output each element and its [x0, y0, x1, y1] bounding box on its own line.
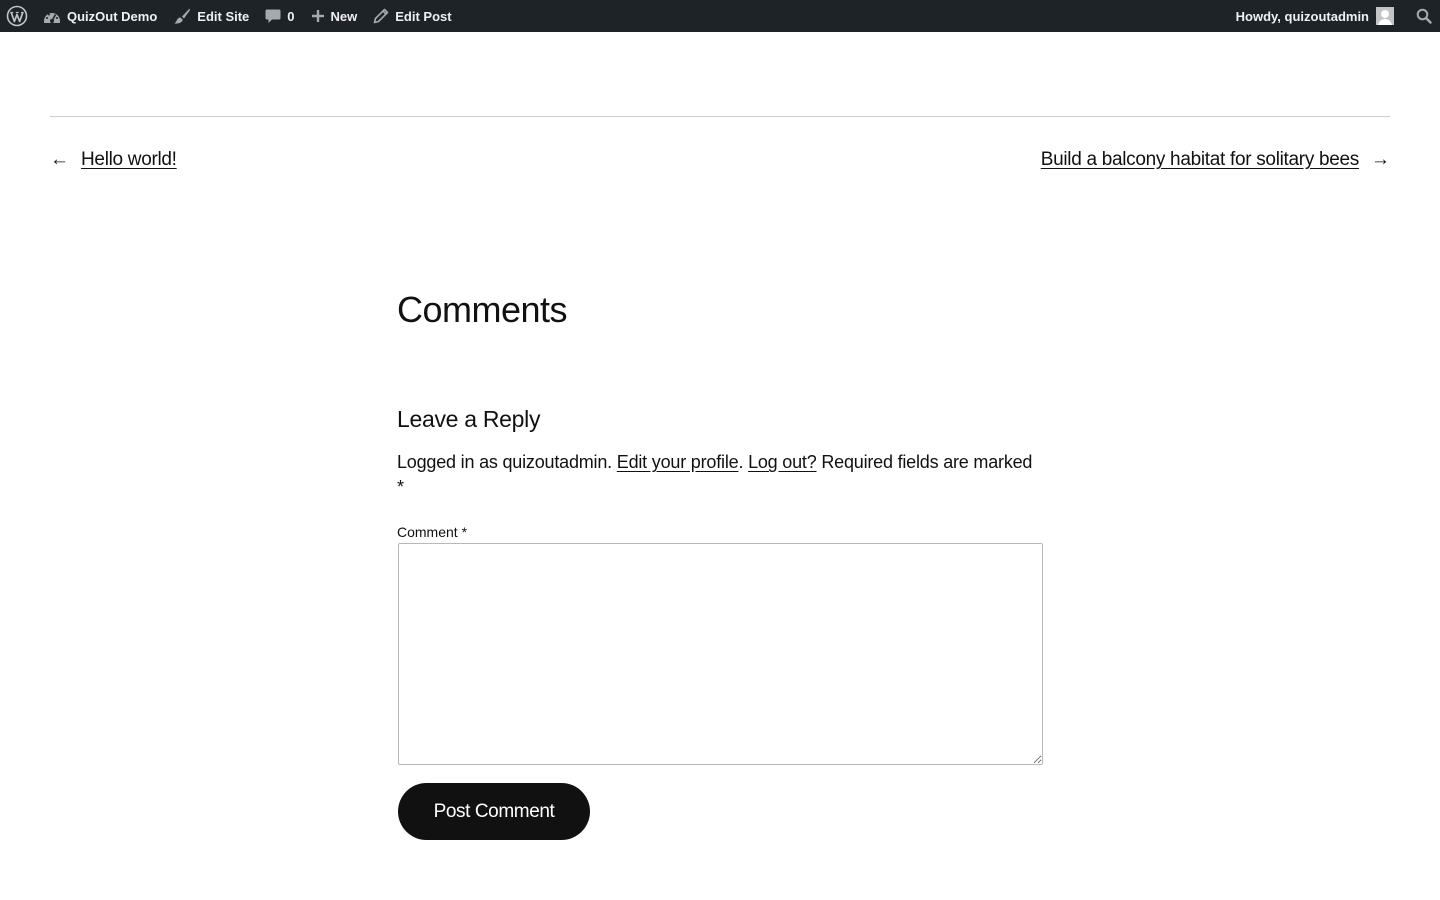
wordpress-logo-icon: [6, 5, 28, 27]
post-navigation: ← Hello world! Build a balcony habitat f…: [50, 146, 1390, 174]
edit-site-button[interactable]: Edit Site: [165, 0, 257, 32]
admin-bar: QuizOut Demo Edit Site 0 New Edit Post H…: [0, 0, 1440, 32]
next-post-link[interactable]: Build a balcony habitat for solitary bee…: [1041, 146, 1390, 174]
comments-heading: Comments: [397, 289, 568, 330]
period-text: .: [738, 452, 744, 472]
search-button[interactable]: [1402, 0, 1440, 32]
logout-link[interactable]: Log out?: [748, 452, 817, 472]
post-comment-button[interactable]: Post Comment: [398, 783, 590, 840]
comment-bubble-icon: [265, 8, 281, 24]
arrow-right-icon: →: [1371, 149, 1390, 170]
logged-in-text: Logged in as quizoutadmin.: [397, 452, 617, 472]
plus-icon: [311, 9, 325, 23]
content-separator: [50, 116, 1390, 117]
new-label: New: [330, 8, 358, 24]
account-menu[interactable]: Howdy, quizoutadmin: [1228, 0, 1402, 32]
search-icon: [1416, 8, 1432, 24]
site-name-label: QuizOut Demo: [67, 8, 158, 24]
dashboard-icon: [43, 8, 61, 24]
leave-reply-heading: Leave a Reply: [397, 406, 541, 432]
edit-post-button[interactable]: Edit Post: [365, 0, 459, 32]
edit-site-label: Edit Site: [197, 8, 250, 24]
new-content-button[interactable]: New: [303, 0, 366, 32]
admin-bar-left: QuizOut Demo Edit Site 0 New Edit Post: [0, 0, 460, 32]
next-post-title[interactable]: Build a balcony habitat for solitary bee…: [1041, 146, 1360, 174]
admin-bar-right: Howdy, quizoutadmin: [1228, 0, 1440, 32]
wordpress-menu[interactable]: [0, 0, 35, 32]
comment-textarea[interactable]: [398, 543, 1043, 765]
previous-post-title[interactable]: Hello world!: [81, 146, 177, 174]
edit-profile-link[interactable]: Edit your profile: [617, 452, 739, 472]
edit-post-label: Edit Post: [395, 8, 452, 24]
previous-post-link[interactable]: ← Hello world!: [50, 146, 177, 174]
comments-button[interactable]: 0: [257, 0, 302, 32]
arrow-left-icon: ←: [50, 149, 69, 170]
comment-label: Comment *: [397, 524, 468, 540]
comments-count: 0: [287, 8, 295, 24]
logged-in-note: Logged in as quizoutadmin. Edit your pro…: [397, 450, 1042, 500]
site-name-menu[interactable]: QuizOut Demo: [35, 0, 165, 32]
brush-icon: [173, 7, 191, 25]
howdy-label: Howdy, quizoutadmin: [1235, 8, 1369, 24]
pencil-icon: [373, 8, 389, 24]
avatar-icon: [1376, 7, 1394, 25]
